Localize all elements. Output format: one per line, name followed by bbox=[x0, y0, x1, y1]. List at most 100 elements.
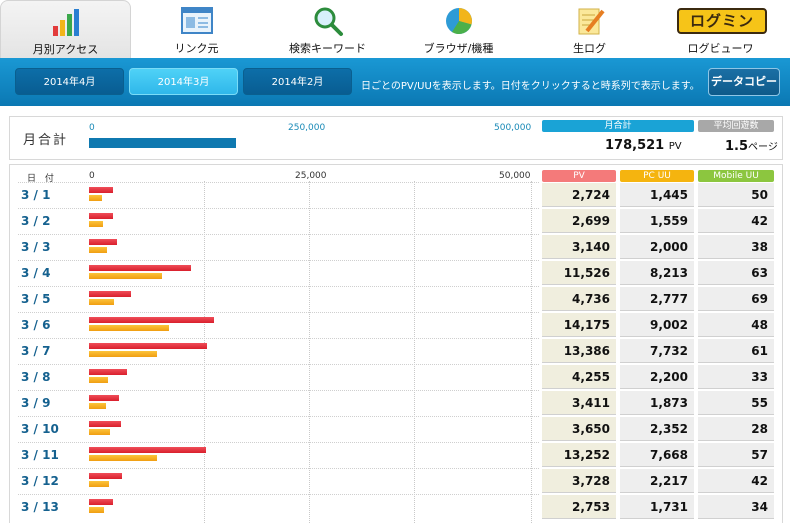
mobileuu-cell: 42 bbox=[698, 469, 774, 493]
mobileuu-cell: 63 bbox=[698, 261, 774, 285]
avg-value: 1.5ページ bbox=[725, 138, 778, 154]
pv-bar bbox=[89, 265, 191, 271]
avg-number: 1.5 bbox=[725, 139, 749, 154]
mobileuu-cell: 33 bbox=[698, 365, 774, 389]
pv-bar bbox=[89, 239, 117, 245]
pcuu-cell: 1,445 bbox=[620, 183, 694, 207]
top-nav: 月別アクセス リンク元 検索キーワード ブラウザ/機種 生ログ ログミン ログビ… bbox=[0, 0, 790, 59]
date-link[interactable]: 3 / 2 bbox=[21, 214, 50, 228]
date-link[interactable]: 3 / 4 bbox=[21, 266, 50, 280]
pencil-paper-icon bbox=[578, 8, 605, 35]
nav-log-viewer[interactable]: ログミン ログビューワ bbox=[655, 0, 786, 58]
table-row: 3 / 1 2,724 1,445 50 bbox=[10, 182, 782, 208]
pv-bar bbox=[89, 317, 214, 323]
date-link[interactable]: 3 / 1 bbox=[21, 188, 50, 202]
date-link[interactable]: 3 / 12 bbox=[21, 474, 59, 488]
magnifier-icon bbox=[314, 7, 343, 36]
summary-scale-500k: 500,000 bbox=[494, 123, 532, 133]
nav-monthly-access[interactable]: 月別アクセス bbox=[0, 0, 131, 58]
nav-label-referrer: リンク元 bbox=[174, 42, 219, 55]
date-link[interactable]: 3 / 6 bbox=[21, 318, 50, 332]
table-row: 3 / 2 2,699 1,559 42 bbox=[10, 208, 782, 234]
nav-label-rawlog: 生ログ bbox=[573, 42, 606, 55]
pv-cell: 3,140 bbox=[542, 235, 616, 259]
date-link[interactable]: 3 / 13 bbox=[21, 500, 59, 514]
table-row: 3 / 4 11,526 8,213 63 bbox=[10, 260, 782, 286]
mobileuu-cell: 28 bbox=[698, 417, 774, 441]
table-scale-50k: 50,000 bbox=[499, 171, 531, 181]
table-row: 3 / 13 2,753 1,731 34 bbox=[10, 494, 782, 520]
date-link[interactable]: 3 / 11 bbox=[21, 448, 59, 462]
total-number: 178,521 bbox=[605, 138, 665, 153]
nav-label-monthly: 月別アクセス bbox=[32, 43, 99, 56]
pcuu-cell: 2,777 bbox=[620, 287, 694, 311]
date-link[interactable]: 3 / 5 bbox=[21, 292, 50, 306]
pcuu-cell: 8,213 bbox=[620, 261, 694, 285]
pv-bar bbox=[89, 499, 113, 505]
month-bar: 2014年4月 2014年3月 2014年2月 日ごとのPV/UUを表示します。… bbox=[0, 58, 790, 106]
date-link[interactable]: 3 / 7 bbox=[21, 344, 50, 358]
uu-bar bbox=[89, 325, 169, 331]
pcuu-cell: 2,000 bbox=[620, 235, 694, 259]
date-link[interactable]: 3 / 3 bbox=[21, 240, 50, 254]
monthly-summary: 月合計 0 250,000 500,000 月合計 178,521 PV 平均回… bbox=[9, 116, 783, 160]
tab-2014-02[interactable]: 2014年2月 bbox=[243, 68, 352, 95]
pv-bar bbox=[89, 421, 121, 427]
date-link[interactable]: 3 / 8 bbox=[21, 370, 50, 384]
nav-search-keyword[interactable]: 検索キーワード bbox=[262, 0, 393, 58]
tab-2014-03[interactable]: 2014年3月 bbox=[129, 68, 238, 95]
summary-scale-0: 0 bbox=[89, 123, 95, 133]
mobileuu-cell: 69 bbox=[698, 287, 774, 311]
table-row: 3 / 9 3,411 1,873 55 bbox=[10, 390, 782, 416]
uu-bar bbox=[89, 221, 103, 227]
uu-bar bbox=[89, 429, 110, 435]
info-text: 日ごとのPV/UUを表示します。日付をクリックすると時系列で表示します。 bbox=[361, 81, 700, 92]
pcuu-cell: 1,559 bbox=[620, 209, 694, 233]
summary-total-bar bbox=[89, 138, 236, 148]
mobileuu-cell: 57 bbox=[698, 443, 774, 467]
pv-bar bbox=[89, 291, 131, 297]
data-copy-button[interactable]: データコピー bbox=[708, 68, 780, 96]
pv-cell: 3,728 bbox=[542, 469, 616, 493]
uu-bar bbox=[89, 403, 106, 409]
avg-unit: ページ bbox=[748, 142, 778, 153]
table-row: 3 / 10 3,650 2,352 28 bbox=[10, 416, 782, 442]
summary-label: 月合計 bbox=[23, 133, 69, 148]
nav-label-keyword: 検索キーワード bbox=[289, 42, 366, 55]
mobileuu-cell: 50 bbox=[698, 183, 774, 207]
pv-bar bbox=[89, 213, 113, 219]
table-row: 3 / 7 13,386 7,732 61 bbox=[10, 338, 782, 364]
table-row: 3 / 5 4,736 2,777 69 bbox=[10, 286, 782, 312]
mobileuu-cell: 48 bbox=[698, 313, 774, 337]
pcuu-cell: 7,668 bbox=[620, 443, 694, 467]
pv-cell: 4,736 bbox=[542, 287, 616, 311]
uu-bar bbox=[89, 507, 104, 513]
nav-raw-log[interactable]: 生ログ bbox=[524, 0, 655, 58]
window-icon bbox=[180, 7, 213, 34]
table-scale-25k: 25,000 bbox=[295, 171, 327, 181]
pie-chart-icon bbox=[445, 8, 472, 35]
col-header-pcuu: PC UU bbox=[620, 170, 694, 182]
uu-bar bbox=[89, 247, 107, 253]
mobileuu-cell: 34 bbox=[698, 495, 774, 519]
nav-browser[interactable]: ブラウザ/機種 bbox=[393, 0, 524, 58]
pv-bar bbox=[89, 395, 119, 401]
pv-cell: 2,699 bbox=[542, 209, 616, 233]
logmin-logo-icon: ログミン bbox=[677, 8, 767, 34]
uu-bar bbox=[89, 299, 114, 305]
date-link[interactable]: 3 / 9 bbox=[21, 396, 50, 410]
table-row: 3 / 11 13,252 7,668 57 bbox=[10, 442, 782, 468]
tab-2014-04[interactable]: 2014年4月 bbox=[15, 68, 124, 95]
pv-cell: 14,175 bbox=[542, 313, 616, 337]
pv-cell: 13,252 bbox=[542, 443, 616, 467]
date-link[interactable]: 3 / 10 bbox=[21, 422, 59, 436]
table-row: 3 / 12 3,728 2,217 42 bbox=[10, 468, 782, 494]
pv-cell: 4,255 bbox=[542, 365, 616, 389]
total-value: 178,521 PV bbox=[605, 138, 682, 153]
nav-referrer[interactable]: リンク元 bbox=[131, 0, 262, 58]
mobileuu-cell: 55 bbox=[698, 391, 774, 415]
pv-bar bbox=[89, 447, 206, 453]
col-header-mobileuu: Mobile UU bbox=[698, 170, 774, 182]
nav-label-browser: ブラウザ/機種 bbox=[423, 42, 494, 55]
col-header-pv: PV bbox=[542, 170, 616, 182]
